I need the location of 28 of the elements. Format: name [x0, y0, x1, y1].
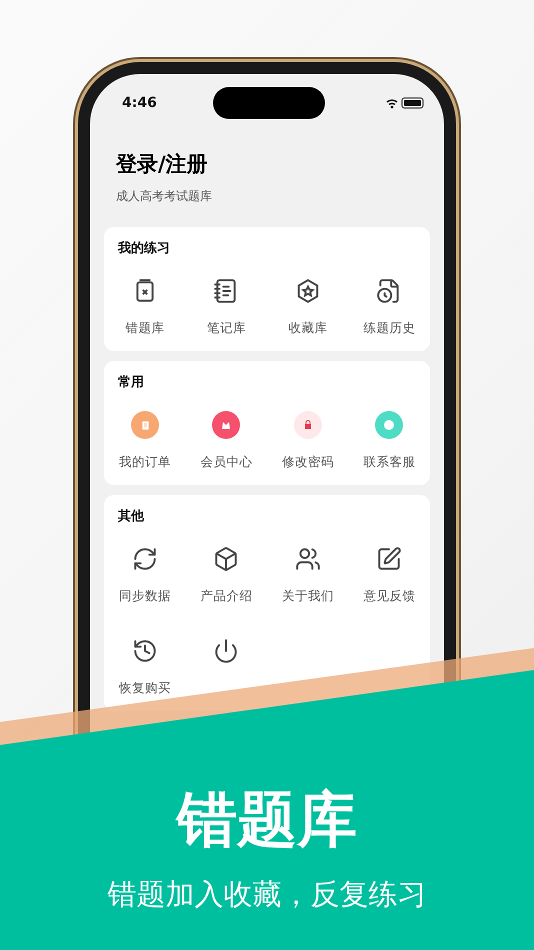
banner-subtitle: 错题加入收藏，反复练习: [108, 876, 426, 913]
section-title: 其他: [118, 508, 146, 525]
history-icon: [132, 638, 158, 664]
menu-item[interactable]: 同步数据: [104, 539, 186, 609]
menu-item[interactable]: [213, 638, 240, 664]
menu-item[interactable]: 联系客服: [348, 405, 430, 475]
menu-item[interactable]: 产品介绍: [186, 539, 267, 609]
menu-item[interactable]: 修改密码: [267, 405, 348, 475]
refresh-icon: [132, 546, 158, 572]
login-title[interactable]: 登录/注册: [116, 150, 418, 178]
menu-item[interactable]: 我的订单: [104, 405, 186, 475]
section-title: 我的练习: [118, 240, 171, 257]
menu-item[interactable]: 关于我们: [267, 539, 348, 609]
power-icon: [213, 638, 240, 664]
menu-item[interactable]: 错题库: [104, 271, 186, 341]
menu-item[interactable]: 会员中心: [186, 405, 267, 475]
edit-icon: [376, 546, 402, 572]
app-subtitle: 成人高考考试题库: [116, 188, 213, 205]
menu-item[interactable]: 笔记库: [186, 271, 267, 341]
menu-item[interactable]: 练题历史: [348, 271, 430, 341]
status-time: 4:46: [122, 95, 157, 111]
cube-icon: [213, 546, 240, 572]
menu-item[interactable]: 意见反馈: [348, 539, 430, 609]
people-icon: [294, 546, 321, 572]
banner-title: 错题库: [177, 784, 357, 857]
menu-item[interactable]: 收藏库: [267, 271, 348, 341]
section-title: 常用: [118, 374, 145, 391]
menu-item[interactable]: 恢复购买: [104, 631, 186, 701]
